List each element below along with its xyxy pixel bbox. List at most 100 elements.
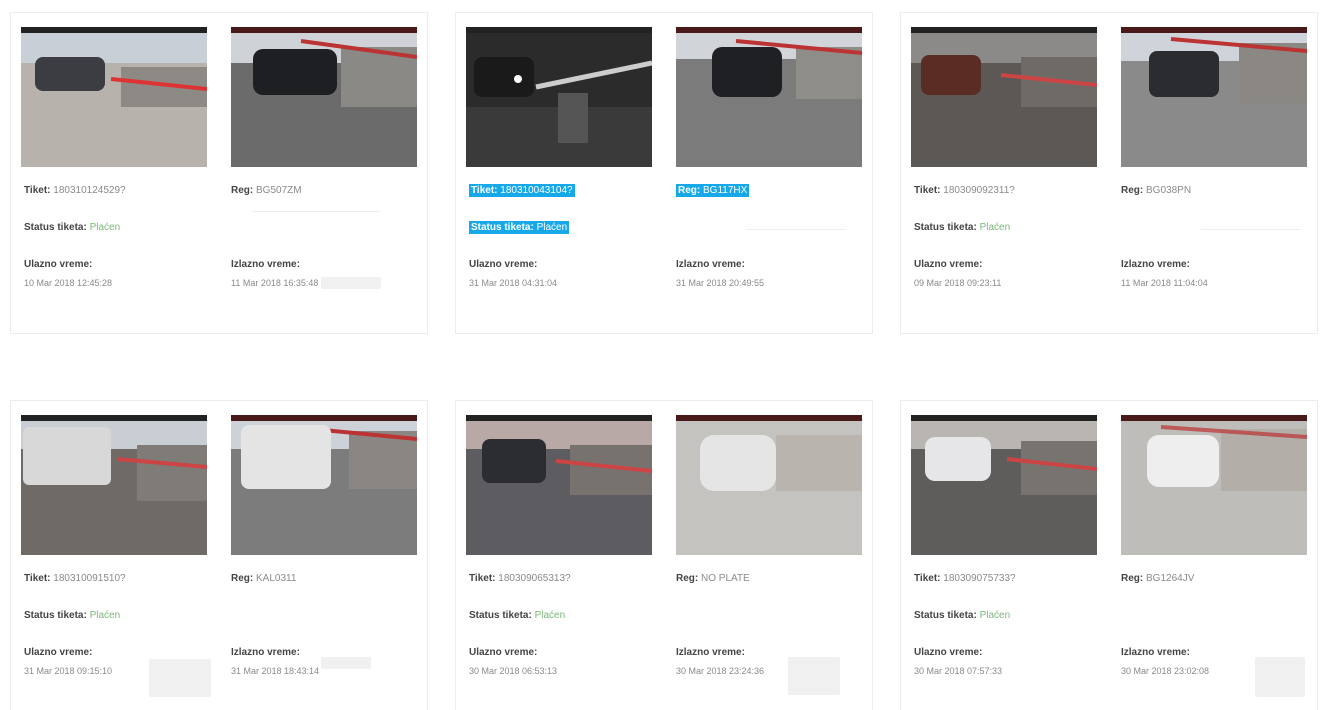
status-value: Plaćen — [536, 222, 568, 233]
status-field: Status tiketa: Plaćen — [469, 610, 565, 621]
placeholder-block — [321, 657, 371, 669]
entry-camera-photo[interactable] — [466, 27, 652, 167]
ticket-value: 180310043104? — [500, 185, 573, 196]
reg-label: Reg: — [678, 185, 701, 196]
status-label: Status tiketa: — [914, 222, 977, 233]
car-image — [1121, 27, 1307, 167]
reg-label: Reg: — [676, 573, 699, 584]
placeholder-block — [321, 277, 381, 289]
ticket-selection[interactable]: Tiket: 180310043104? — [469, 184, 575, 197]
reg-label: Reg: — [1121, 185, 1144, 196]
ticket-field: Tiket: 180310091510? — [24, 573, 126, 584]
reg-value: BG038PN — [1146, 185, 1192, 196]
parking-card-3[interactable]: Tiket: 180309092311? Reg: BG038PN Status… — [900, 12, 1318, 334]
car-image — [466, 415, 652, 555]
status-label: Status tiketa: — [471, 222, 534, 233]
ticket-field: Tiket: 180309065313? — [469, 573, 571, 584]
entry-time-label: Ulazno vreme: — [469, 647, 538, 658]
ticket-field: Tiket: 180309092311? — [914, 185, 1015, 196]
status-field: Status tiketa: Plaćen — [469, 221, 570, 234]
status-label: Status tiketa: — [24, 610, 87, 621]
status-field: Status tiketa: Plaćen — [914, 610, 1010, 621]
reg-value: BG1264JV — [1146, 573, 1195, 584]
status-label: Status tiketa: — [914, 610, 977, 621]
entry-time-label: Ulazno vreme: — [914, 259, 983, 270]
exit-time-label: Izlazno vreme: — [231, 259, 300, 270]
status-value: Plaćen — [979, 610, 1011, 621]
car-image — [911, 27, 1097, 167]
ticket-value: 180309075733? — [943, 573, 1016, 584]
reg-field: Reg: NO PLATE — [676, 573, 750, 584]
status-field: Status tiketa: Plaćen — [24, 222, 120, 233]
entry-time-value: 30 Mar 2018 07:57:33 — [914, 666, 1003, 676]
exit-camera-photo[interactable] — [676, 415, 862, 555]
exit-time-label: Izlazno vreme: — [1121, 647, 1190, 658]
divider — [1201, 229, 1301, 230]
exit-time-label: Izlazno vreme: — [1121, 259, 1190, 270]
ticket-value: 180310124529? — [53, 185, 126, 196]
entry-time-label: Ulazno vreme: — [469, 259, 538, 270]
exit-time-label: Izlazno vreme: — [676, 647, 745, 658]
reg-value: NO PLATE — [701, 573, 750, 584]
parking-card-5[interactable]: Tiket: 180309065313? Reg: NO PLATE Statu… — [455, 400, 873, 710]
ticket-value: 180309065313? — [498, 573, 571, 584]
ticket-value: 180309092311? — [943, 185, 1015, 196]
reg-field: Reg: BG117HX — [676, 184, 750, 197]
entry-camera-photo[interactable] — [911, 415, 1097, 555]
car-image — [231, 415, 417, 555]
reg-field: Reg: KAL0311 — [231, 573, 296, 584]
car-image — [676, 27, 862, 167]
ticket-label: Tiket: — [914, 573, 941, 584]
status-value: Plaćen — [534, 610, 566, 621]
parking-card-4[interactable]: Tiket: 180310091510? Reg: KAL0311 Status… — [10, 400, 428, 710]
exit-camera-photo[interactable] — [1121, 415, 1307, 555]
reg-label: Reg: — [231, 185, 254, 196]
car-image — [21, 415, 207, 555]
ticket-label: Tiket: — [471, 185, 498, 196]
parking-card-1[interactable]: Tiket: 180310124529? Reg: BG507ZM Status… — [10, 12, 428, 334]
exit-camera-photo[interactable] — [676, 27, 862, 167]
entry-time-value: 10 Mar 2018 12:45:28 — [24, 278, 113, 288]
ticket-label: Tiket: — [24, 185, 51, 196]
entry-camera-photo[interactable] — [21, 415, 207, 555]
reg-value: BG117HX — [703, 185, 748, 196]
entry-time-label: Ulazno vreme: — [24, 647, 93, 658]
car-image — [911, 415, 1097, 555]
ticket-label: Tiket: — [914, 185, 941, 196]
car-image — [466, 27, 652, 167]
parking-card-6[interactable]: Tiket: 180309075733? Reg: BG1264JV Statu… — [900, 400, 1318, 710]
parking-card-2[interactable]: Tiket: 180310043104? Reg: BG117HX Status… — [455, 12, 873, 334]
ticket-field: Tiket: 180310043104? — [469, 184, 575, 197]
placeholder-block — [1255, 657, 1305, 697]
divider — [251, 211, 381, 212]
entry-time-label: Ulazno vreme: — [24, 259, 93, 270]
status-value: Plaćen — [89, 222, 121, 233]
entry-camera-photo[interactable] — [21, 27, 207, 167]
ticket-field: Tiket: 180310124529? — [24, 185, 126, 196]
exit-time-value: 31 Mar 2018 20:49:55 — [676, 278, 765, 288]
entry-camera-photo[interactable] — [911, 27, 1097, 167]
status-label: Status tiketa: — [24, 222, 87, 233]
reg-selection[interactable]: Reg: BG117HX — [676, 184, 750, 197]
entry-time-value: 30 Mar 2018 06:53:13 — [469, 666, 558, 676]
exit-camera-photo[interactable] — [231, 415, 417, 555]
reg-value: BG507ZM — [256, 185, 302, 196]
car-image — [21, 27, 207, 167]
status-value: Plaćen — [89, 610, 121, 621]
status-selection[interactable]: Status tiketa: Plaćen — [469, 221, 570, 234]
exit-time-value: 30 Mar 2018 23:24:36 — [676, 666, 765, 676]
placeholder-block — [788, 657, 840, 695]
exit-camera-photo[interactable] — [1121, 27, 1307, 167]
entry-time-value: 31 Mar 2018 09:15:10 — [24, 666, 113, 676]
reg-label: Reg: — [231, 573, 254, 584]
exit-time-label: Izlazno vreme: — [676, 259, 745, 270]
status-value: Plaćen — [979, 222, 1011, 233]
exit-camera-photo[interactable] — [231, 27, 417, 167]
car-image — [1121, 415, 1307, 555]
entry-camera-photo[interactable] — [466, 415, 652, 555]
car-image — [231, 27, 417, 167]
reg-field: Reg: BG038PN — [1121, 185, 1191, 196]
status-label: Status tiketa: — [469, 610, 532, 621]
exit-time-value: 30 Mar 2018 23:02:08 — [1121, 666, 1210, 676]
ticket-field: Tiket: 180309075733? — [914, 573, 1016, 584]
